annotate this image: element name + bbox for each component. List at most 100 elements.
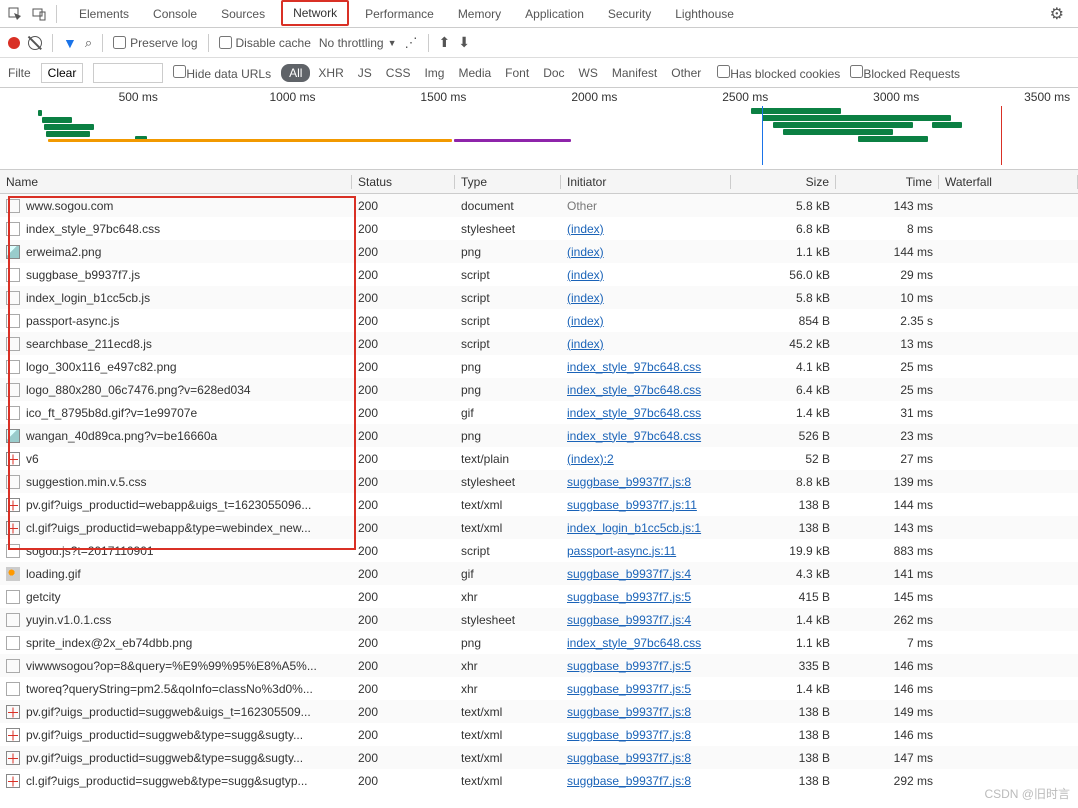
- request-row[interactable]: logo_880x280_06c7476.png?v=628ed034200pn…: [0, 378, 1078, 401]
- request-row[interactable]: ico_ft_8795b8d.gif?v=1e99707e200gifindex…: [0, 401, 1078, 424]
- request-status: 200: [352, 567, 455, 581]
- request-row[interactable]: index_login_b1cc5cb.js200script(index)5.…: [0, 286, 1078, 309]
- request-row[interactable]: erweima2.png200png(index)1.1 kB144 ms: [0, 240, 1078, 263]
- col-status[interactable]: Status: [352, 175, 455, 189]
- initiator-link[interactable]: suggbase_b9937f7.js:8: [567, 475, 691, 489]
- panel-tabs: ElementsConsoleSources Network Performance…: [67, 0, 746, 27]
- initiator-link[interactable]: suggbase_b9937f7.js:5: [567, 682, 691, 696]
- has-blocked-cookies-checkbox[interactable]: Has blocked cookies: [717, 65, 840, 81]
- device-toggle-icon[interactable]: [30, 5, 48, 23]
- disable-cache-checkbox[interactable]: Disable cache: [219, 36, 311, 50]
- initiator-link[interactable]: passport-async.js:11: [567, 544, 676, 558]
- request-row[interactable]: pv.gif?uigs_productid=suggweb&type=sugg&…: [0, 746, 1078, 769]
- filter-cat-media[interactable]: Media: [452, 64, 497, 82]
- initiator-link[interactable]: index_style_97bc648.css: [567, 429, 701, 443]
- initiator-link[interactable]: index_style_97bc648.css: [567, 360, 701, 374]
- filter-cat-font[interactable]: Font: [499, 64, 535, 82]
- col-type[interactable]: Type: [455, 175, 561, 189]
- filter-cat-js[interactable]: JS: [352, 64, 378, 82]
- throttling-select[interactable]: No throttling▼: [319, 36, 397, 50]
- request-row[interactable]: cl.gif?uigs_productid=suggweb&type=sugg&…: [0, 769, 1078, 792]
- network-conditions-icon[interactable]: ⋰: [405, 35, 418, 51]
- request-type: png: [455, 360, 561, 374]
- initiator-link[interactable]: (index): [567, 291, 604, 305]
- request-row[interactable]: searchbase_211ecd8.js200script(index)45.…: [0, 332, 1078, 355]
- clear-button[interactable]: [28, 36, 42, 50]
- col-waterfall[interactable]: Waterfall: [939, 175, 1078, 189]
- initiator-link[interactable]: (index): [567, 314, 604, 328]
- filter-cat-doc[interactable]: Doc: [537, 64, 570, 82]
- filter-cat-xhr[interactable]: XHR: [312, 64, 349, 82]
- filter-cat-other[interactable]: Other: [665, 64, 707, 82]
- request-row[interactable]: pv.gif?uigs_productid=suggweb&type=sugg&…: [0, 723, 1078, 746]
- request-row[interactable]: suggestion.min.v.5.css200stylesheetsuggb…: [0, 470, 1078, 493]
- request-row[interactable]: wangan_40d89ca.png?v=be16660a200pngindex…: [0, 424, 1078, 447]
- initiator-link[interactable]: index_style_97bc648.css: [567, 636, 701, 650]
- request-row[interactable]: tworeq?queryString=pm2.5&qoInfo=classNo%…: [0, 677, 1078, 700]
- tab-elements[interactable]: Elements: [67, 0, 141, 27]
- tab-network[interactable]: Network: [283, 6, 347, 20]
- request-row[interactable]: logo_300x116_e497c82.png200pngindex_styl…: [0, 355, 1078, 378]
- hide-data-urls-checkbox[interactable]: Hide data URLs: [173, 65, 271, 81]
- clear-filter-button[interactable]: Clear: [41, 63, 84, 83]
- filter-cat-img[interactable]: Img: [418, 64, 450, 82]
- download-har-icon[interactable]: ⬇: [458, 34, 470, 51]
- tab-performance[interactable]: Performance: [353, 0, 446, 27]
- filter-cat-all[interactable]: All: [281, 64, 310, 82]
- col-name[interactable]: Name: [0, 175, 352, 189]
- initiator-link[interactable]: suggbase_b9937f7.js:8: [567, 728, 691, 742]
- request-row[interactable]: v6200text/plain(index):252 B27 ms: [0, 447, 1078, 470]
- tab-security[interactable]: Security: [596, 0, 663, 27]
- filter-cat-manifest[interactable]: Manifest: [606, 64, 663, 82]
- col-size[interactable]: Size: [731, 175, 836, 189]
- record-button[interactable]: [8, 37, 20, 49]
- col-time[interactable]: Time: [836, 175, 939, 189]
- timeline-overview[interactable]: 500 ms1000 ms1500 ms2000 ms2500 ms3000 m…: [0, 88, 1078, 170]
- request-row[interactable]: pv.gif?uigs_productid=suggweb&uigs_t=162…: [0, 700, 1078, 723]
- initiator-link[interactable]: (index): [567, 245, 604, 259]
- initiator-link[interactable]: suggbase_b9937f7.js:4: [567, 613, 691, 627]
- initiator-link[interactable]: (index): [567, 337, 604, 351]
- request-row[interactable]: getcity200xhrsuggbase_b9937f7.js:5415 B1…: [0, 585, 1078, 608]
- initiator-link[interactable]: suggbase_b9937f7.js:8: [567, 774, 691, 788]
- initiator-link[interactable]: suggbase_b9937f7.js:11: [567, 498, 697, 512]
- request-row[interactable]: suggbase_b9937f7.js200script(index)56.0 …: [0, 263, 1078, 286]
- upload-har-icon[interactable]: ⬆: [439, 34, 451, 51]
- request-row[interactable]: viwwwsogou?op=8&query=%E9%99%95%E8%A5%..…: [0, 654, 1078, 677]
- tab-console[interactable]: Console: [141, 0, 209, 27]
- initiator-link[interactable]: (index):2: [567, 452, 614, 466]
- initiator-link[interactable]: (index): [567, 222, 604, 236]
- request-row[interactable]: pv.gif?uigs_productid=webapp&uigs_t=1623…: [0, 493, 1078, 516]
- search-icon[interactable]: ⌕: [85, 35, 92, 51]
- filter-input[interactable]: [93, 63, 163, 83]
- initiator-link[interactable]: (index): [567, 268, 604, 282]
- request-row[interactable]: sprite_index@2x_eb74dbb.png200pngindex_s…: [0, 631, 1078, 654]
- inspect-icon[interactable]: [6, 5, 24, 23]
- settings-icon[interactable]: ⚙: [1042, 4, 1072, 24]
- initiator-link[interactable]: suggbase_b9937f7.js:4: [567, 567, 691, 581]
- filter-cat-ws[interactable]: WS: [573, 64, 604, 82]
- request-row[interactable]: yuyin.v1.0.1.css200stylesheetsuggbase_b9…: [0, 608, 1078, 631]
- request-row[interactable]: passport-async.js200script(index)854 B2.…: [0, 309, 1078, 332]
- initiator-link[interactable]: suggbase_b9937f7.js:5: [567, 590, 691, 604]
- tab-application[interactable]: Application: [513, 0, 596, 27]
- tab-lighthouse[interactable]: Lighthouse: [663, 0, 746, 27]
- initiator-link[interactable]: index_style_97bc648.css: [567, 383, 701, 397]
- filter-cat-css[interactable]: CSS: [380, 64, 417, 82]
- request-row[interactable]: index_style_97bc648.css200stylesheet(ind…: [0, 217, 1078, 240]
- initiator-link[interactable]: index_login_b1cc5cb.js:1: [567, 521, 701, 535]
- col-initiator[interactable]: Initiator: [561, 175, 731, 189]
- request-row[interactable]: cl.gif?uigs_productid=webapp&type=webind…: [0, 516, 1078, 539]
- blocked-requests-checkbox[interactable]: Blocked Requests: [850, 65, 960, 81]
- preserve-log-checkbox[interactable]: Preserve log: [113, 36, 197, 50]
- initiator-link[interactable]: index_style_97bc648.css: [567, 406, 701, 420]
- request-row[interactable]: loading.gif200gifsuggbase_b9937f7.js:44.…: [0, 562, 1078, 585]
- tab-memory[interactable]: Memory: [446, 0, 513, 27]
- initiator-link[interactable]: suggbase_b9937f7.js:5: [567, 659, 691, 673]
- request-row[interactable]: www.sogou.com200documentOther5.8 kB143 m…: [0, 194, 1078, 217]
- request-row[interactable]: sogou.js?t=2017110901200scriptpassport-a…: [0, 539, 1078, 562]
- initiator-link[interactable]: suggbase_b9937f7.js:8: [567, 705, 691, 719]
- initiator-link[interactable]: suggbase_b9937f7.js:8: [567, 751, 691, 765]
- filter-toggle-icon[interactable]: ▼: [63, 35, 77, 51]
- tab-sources[interactable]: Sources: [209, 0, 277, 27]
